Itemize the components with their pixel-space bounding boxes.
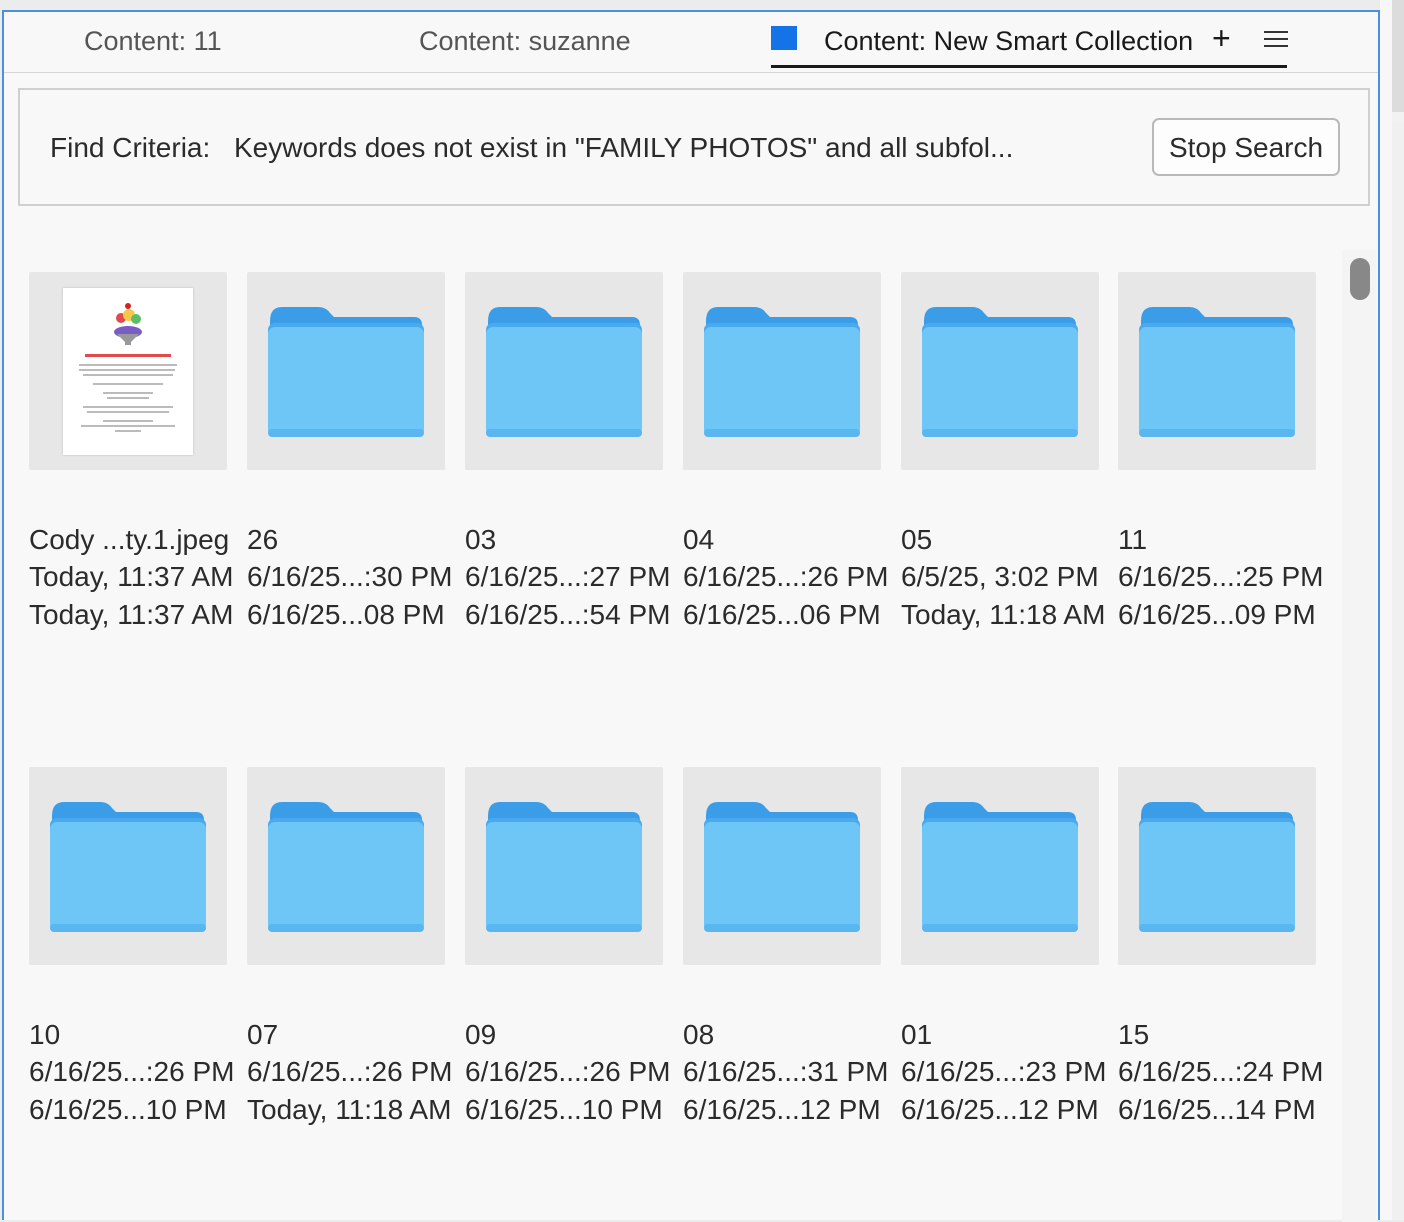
scrollbar-thumb[interactable] [1350,258,1370,300]
item-date-created: 6/16/25...12 PM [901,1094,1099,1125]
item-thumbnail[interactable] [1118,767,1316,965]
folder-icon [268,802,424,932]
item-thumbnail[interactable] [901,767,1099,965]
item-thumbnail[interactable] [29,272,227,470]
tab-content-11[interactable]: Content: 11 [84,26,222,57]
window-edge [1380,0,1404,1220]
item-name: 10 [29,1019,61,1050]
folder-icon [486,802,642,932]
item-date-created: 6/16/25...12 PM [683,1094,881,1125]
item-name: 09 [465,1019,497,1050]
item-name: 08 [683,1019,715,1050]
folder-icon [1139,802,1295,932]
item-thumbnail[interactable] [29,767,227,965]
item-name: 11 [1118,524,1148,555]
folder-icon [704,307,860,437]
item-date-created: Today, 11:18 AM [901,599,1106,630]
item-date-modified: Today, 11:37 AM [29,561,234,592]
item-date-created: 6/16/25...09 PM [1118,599,1316,630]
item-name: 07 [247,1019,279,1050]
item-thumbnail[interactable] [901,272,1099,470]
scrollbar-track[interactable] [1342,250,1376,1222]
item-name: 01 [901,1019,933,1050]
item-name: 15 [1118,1019,1150,1050]
item-name: 04 [683,524,715,555]
item-thumbnail[interactable] [683,272,881,470]
tab-bar: Content: 11 Content: suzanne Content: Ne… [4,12,1378,73]
item-thumbnail[interactable] [465,767,663,965]
find-criteria-label: Find Criteria: [50,132,211,163]
item-date-created: 6/16/25...:54 PM [465,599,671,630]
item-date-modified: 6/16/25...:26 PM [683,561,889,592]
item-date-modified: 6/16/25...:26 PM [29,1056,235,1087]
stop-search-button[interactable]: Stop Search [1152,118,1340,176]
folder-icon [922,307,1078,437]
item-date-modified: 6/16/25...:23 PM [901,1056,1107,1087]
document-preview-image [63,288,193,455]
item-thumbnail[interactable] [683,767,881,965]
item-date-created: Today, 11:37 AM [29,599,234,630]
folder-icon [1139,307,1295,437]
item-date-modified: 6/16/25...:26 PM [247,1056,453,1087]
find-criteria-bar: Find Criteria: Keywords does not exist i… [18,88,1370,206]
item-date-modified: 6/16/25...:26 PM [465,1056,671,1087]
item-date-modified: 6/16/25...:24 PM [1118,1056,1324,1087]
item-name: Cody ...ty.1.jpeg [29,524,230,555]
item-thumbnail[interactable] [247,272,445,470]
tab-content-suzanne[interactable]: Content: suzanne [419,26,631,57]
item-thumbnail[interactable] [1118,272,1316,470]
folder-icon [50,802,206,932]
item-date-modified: 6/16/25...:30 PM [247,561,453,592]
item-date-modified: 6/16/25...:25 PM [1118,561,1324,592]
hamburger-icon[interactable] [1264,26,1288,52]
item-date-created: 6/16/25...14 PM [1118,1094,1316,1125]
item-name: 26 [247,524,279,555]
item-name: 05 [901,524,933,555]
folder-icon [268,307,424,437]
content-panel: Content: 11 Content: suzanne Content: Ne… [2,10,1380,1222]
item-date-created: 6/16/25...08 PM [247,599,445,630]
item-date-modified: 6/16/25...:27 PM [465,561,671,592]
folder-icon [486,307,642,437]
add-tab-icon[interactable]: + [1212,22,1231,54]
active-tab-indicator [771,65,1287,68]
item-date-created: 6/16/25...10 PM [465,1094,663,1125]
item-date-created: 6/16/25...06 PM [683,599,881,630]
find-criteria-text: Keywords does not exist in "FAMILY PHOTO… [234,132,1014,163]
item-date-modified: 6/5/25, 3:02 PM [901,561,1099,592]
item-date-modified: 6/16/25...:31 PM [683,1056,889,1087]
item-name: 03 [465,524,497,555]
tab-new-smart-collection[interactable]: Content: New Smart Collection [824,26,1193,57]
folder-icon [704,802,860,932]
folder-icon [922,802,1078,932]
item-thumbnail[interactable] [465,272,663,470]
collection-color-icon [771,26,797,50]
item-date-created: Today, 11:18 AM [247,1094,452,1125]
item-date-created: 6/16/25...10 PM [29,1094,227,1125]
item-thumbnail[interactable] [247,767,445,965]
